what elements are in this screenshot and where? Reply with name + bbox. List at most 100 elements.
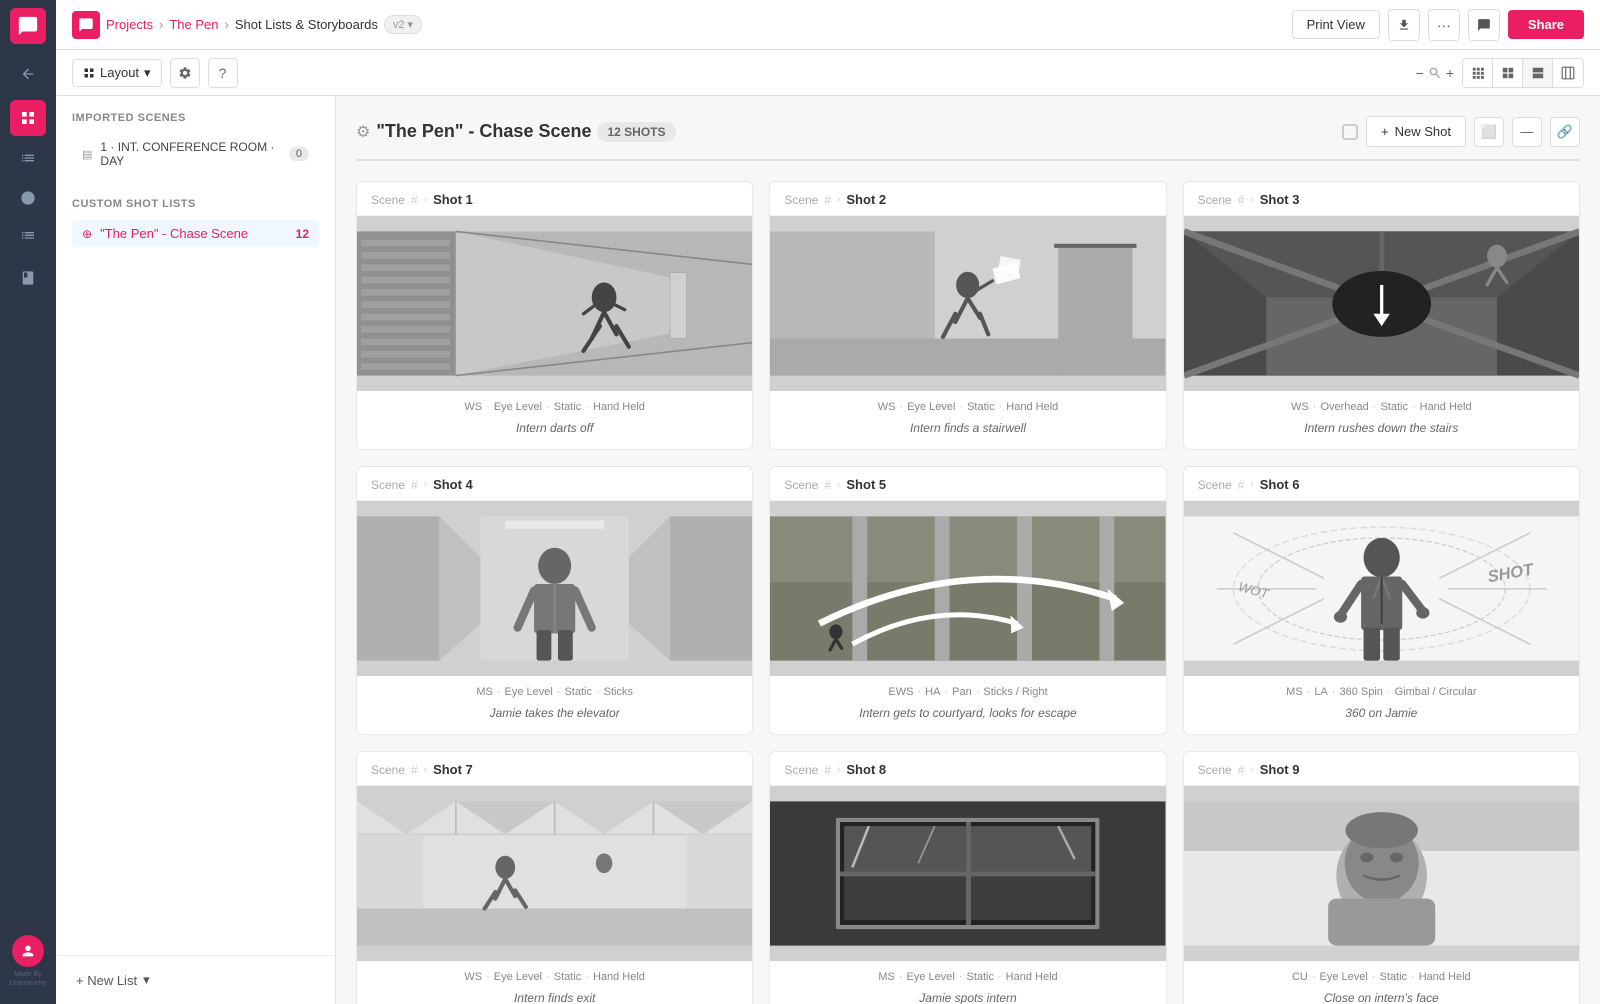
comment-icon[interactable]	[1468, 9, 1500, 41]
custom-list-item-1[interactable]: ⊕ "The Pen" - Chase Scene 12	[72, 220, 319, 247]
shot-5-meta: EWS · HA · Pan · Sticks / Right	[770, 676, 1165, 702]
help-icon[interactable]: ?	[208, 58, 238, 88]
custom-list-1-count: 12	[296, 227, 309, 241]
version-chevron: ▾	[408, 18, 414, 31]
share-button[interactable]: Share	[1508, 10, 1584, 39]
shot-1-scene: Scene	[371, 193, 405, 207]
tag: MS	[878, 971, 895, 983]
shot-5-arrow: ›	[837, 479, 840, 490]
sidebar-user-icon[interactable]	[12, 935, 44, 967]
tag: HA	[925, 686, 940, 698]
tag: WS	[464, 401, 482, 413]
shot-1-arrow: ›	[424, 194, 427, 205]
sidebar-scene-icon[interactable]	[10, 180, 46, 216]
shot-4-header: Scene # › Shot 4	[357, 467, 752, 501]
bc-projects[interactable]: Projects	[106, 17, 153, 32]
shot-7-description: Intern finds exit	[357, 987, 752, 1004]
shot-6-image[interactable]: SHOT WOT	[1184, 501, 1579, 676]
zoom-out-icon[interactable]: −	[1416, 65, 1424, 81]
print-view-button[interactable]: Print View	[1292, 10, 1380, 39]
scene-item-1[interactable]: ▤ 1 · INT. CONFERENCE ROOM · DAY 0	[72, 134, 319, 174]
version-badge[interactable]: v2 ▾	[384, 15, 422, 34]
shot-8-description: Jamie spots intern	[770, 987, 1165, 1004]
shot-6-scene: Scene	[1198, 478, 1232, 492]
shot-1-description: Intern darts off	[357, 417, 752, 449]
shot-7-scene: Scene	[371, 763, 405, 777]
tag: Eye Level	[907, 971, 955, 983]
shot-card-3: Scene # › Shot 3	[1183, 181, 1580, 450]
shot-8-arrow: ›	[837, 764, 840, 775]
shot-1-image[interactable]	[357, 216, 752, 391]
scene-badge: ⚙ "The Pen" - Chase Scene 12 SHOTS	[356, 121, 676, 142]
shot-7-hash: #	[411, 763, 418, 777]
zoom-in-icon[interactable]: +	[1446, 65, 1454, 81]
tag: Sticks	[604, 686, 633, 698]
sidebar-back-icon[interactable]	[10, 56, 46, 92]
shot-4-hash: #	[411, 478, 418, 492]
view-grid-2-button[interactable]	[1493, 59, 1523, 87]
minus-icon[interactable]: —	[1512, 117, 1542, 147]
tag: Static	[967, 401, 995, 413]
new-shot-button[interactable]: + New Shot	[1366, 116, 1466, 147]
select-all-checkbox[interactable]	[1342, 124, 1358, 140]
tag: Pan	[952, 686, 972, 698]
shot-4-image[interactable]	[357, 501, 752, 676]
download-icon[interactable]	[1388, 9, 1420, 41]
layout-button[interactable]: Layout ▾	[72, 59, 162, 87]
tag: Eye Level	[1320, 971, 1368, 983]
shot-6-hash: #	[1238, 478, 1245, 492]
shot-3-image[interactable]	[1184, 216, 1579, 391]
shot-2-description: Intern finds a stairwell	[770, 417, 1165, 449]
shot-2-header: Scene # › Shot 2	[770, 182, 1165, 216]
shot-9-image[interactable]	[1184, 786, 1579, 961]
frame-icon[interactable]: ⬜	[1474, 117, 1504, 147]
shot-3-description: Intern rushes down the stairs	[1184, 417, 1579, 449]
more-icon[interactable]: ···	[1428, 9, 1460, 41]
tag: Static	[564, 686, 592, 698]
tag: Static	[554, 401, 582, 413]
shot-8-header: Scene # › Shot 8	[770, 752, 1165, 786]
shot-4-description: Jamie takes the elevator	[357, 702, 752, 734]
shot-2-image[interactable]	[770, 216, 1165, 391]
shot-1-header: Scene # › Shot 1	[357, 182, 752, 216]
tag: WS	[1291, 401, 1309, 413]
tag: Static	[554, 971, 582, 983]
header-actions: + New Shot ⬜ — 🔗	[1342, 116, 1580, 147]
shot-1-meta: WS · Eye Level · Static · Hand Held	[357, 391, 752, 417]
tag: Eye Level	[504, 686, 552, 698]
app-logo[interactable]	[10, 8, 46, 44]
tag: EWS	[888, 686, 913, 698]
tag: Static	[1380, 971, 1408, 983]
tag: WS	[878, 401, 896, 413]
left-panel: IMPORTED SCENES ▤ 1 · INT. CONFERENCE RO…	[56, 96, 336, 1004]
shot-7-meta: WS · Eye Level · Static · Hand Held	[357, 961, 752, 987]
shot-2-name: Shot 2	[846, 192, 886, 207]
view-grid-1-button[interactable]	[1523, 59, 1553, 87]
shot-grid: Scene # › Shot 1	[356, 181, 1580, 1004]
sidebar-book-icon[interactable]	[10, 260, 46, 296]
shot-5-image[interactable]	[770, 501, 1165, 676]
view-grid-3-button[interactable]	[1463, 59, 1493, 87]
view-filmstrip-button[interactable]	[1553, 59, 1583, 87]
storyboard-area: ⚙ "The Pen" - Chase Scene 12 SHOTS + New…	[336, 96, 1600, 1004]
shot-1-name: Shot 1	[433, 192, 473, 207]
made-by-label: Made ByLeanometry	[10, 971, 47, 988]
link-icon[interactable]: 🔗	[1550, 117, 1580, 147]
custom-list-icon: ⊕	[82, 227, 92, 241]
shots-count: 12 SHOTS	[597, 122, 675, 142]
sidebar-storyboard-icon[interactable]	[10, 100, 46, 136]
sidebar-list-icon[interactable]	[10, 140, 46, 176]
shot-8-image[interactable]	[770, 786, 1165, 961]
bc-the-pen[interactable]: The Pen	[169, 17, 218, 32]
shot-9-description: Close on intern's face	[1184, 987, 1579, 1004]
shot-8-name: Shot 8	[846, 762, 886, 777]
shot-card-7: Scene # › Shot 7	[356, 751, 753, 1004]
sidebar-filter-icon[interactable]	[10, 220, 46, 256]
shot-5-scene: Scene	[784, 478, 818, 492]
shot-5-hash: #	[824, 478, 831, 492]
settings-icon[interactable]	[170, 58, 200, 88]
shot-7-image[interactable]	[357, 786, 752, 961]
tag: Eye Level	[494, 401, 542, 413]
new-list-button[interactable]: + New List ▾	[72, 968, 154, 992]
bc-sep2: ›	[224, 17, 228, 32]
